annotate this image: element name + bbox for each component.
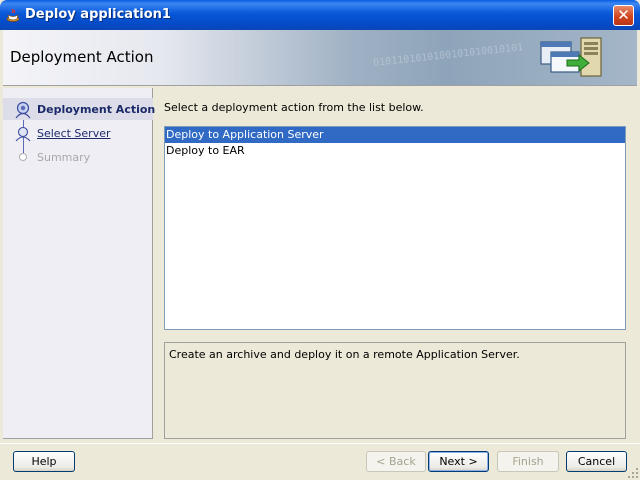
close-button[interactable]: ✕ xyxy=(613,5,634,26)
help-button[interactable]: Help xyxy=(13,451,75,472)
page-header: 0101101010100101010010101 Deployment Act… xyxy=(3,30,637,86)
step-label: Deployment Action xyxy=(37,103,156,116)
deploy-dialog: Deploy application1 ✕ 010110101010010101… xyxy=(0,0,640,480)
page-title: Deployment Action xyxy=(10,48,154,66)
step-summary: Summary xyxy=(3,146,153,168)
window-title: Deploy application1 xyxy=(25,7,171,22)
list-item[interactable]: Deploy to EAR xyxy=(165,143,625,159)
finish-button[interactable]: Finish xyxy=(497,451,559,472)
step-active-icon xyxy=(15,101,31,119)
action-description: Create an archive and deploy it on a rem… xyxy=(169,348,520,361)
step-label: Summary xyxy=(37,151,91,164)
back-button[interactable]: < Back xyxy=(366,451,426,472)
footer-divider xyxy=(0,443,640,444)
close-icon: ✕ xyxy=(617,6,630,24)
wizard-steps-nav: Deployment Action Select Server Summary xyxy=(3,88,156,439)
step-link-icon xyxy=(15,126,31,142)
step-label: Select Server xyxy=(37,127,111,140)
deployment-action-list[interactable]: Deploy to Application Server Deploy to E… xyxy=(164,126,626,330)
cancel-button[interactable]: Cancel xyxy=(566,451,627,472)
java-cup-icon xyxy=(6,8,20,22)
resize-grip-icon[interactable] xyxy=(627,467,639,479)
deploy-server-icon xyxy=(540,37,602,77)
list-item[interactable]: Deploy to Application Server xyxy=(165,127,625,143)
step-disabled-icon xyxy=(19,153,27,161)
step-deployment-action[interactable]: Deployment Action xyxy=(3,98,156,120)
action-description-panel: Create an archive and deploy it on a rem… xyxy=(164,342,626,439)
title-bar[interactable]: Deploy application1 ✕ xyxy=(0,0,640,30)
header-decoration: 0101101010100101010010101 xyxy=(372,42,524,69)
next-button[interactable]: Next > xyxy=(428,451,489,472)
step-select-server[interactable]: Select Server xyxy=(3,122,153,144)
instruction-text: Select a deployment action from the list… xyxy=(164,101,424,114)
